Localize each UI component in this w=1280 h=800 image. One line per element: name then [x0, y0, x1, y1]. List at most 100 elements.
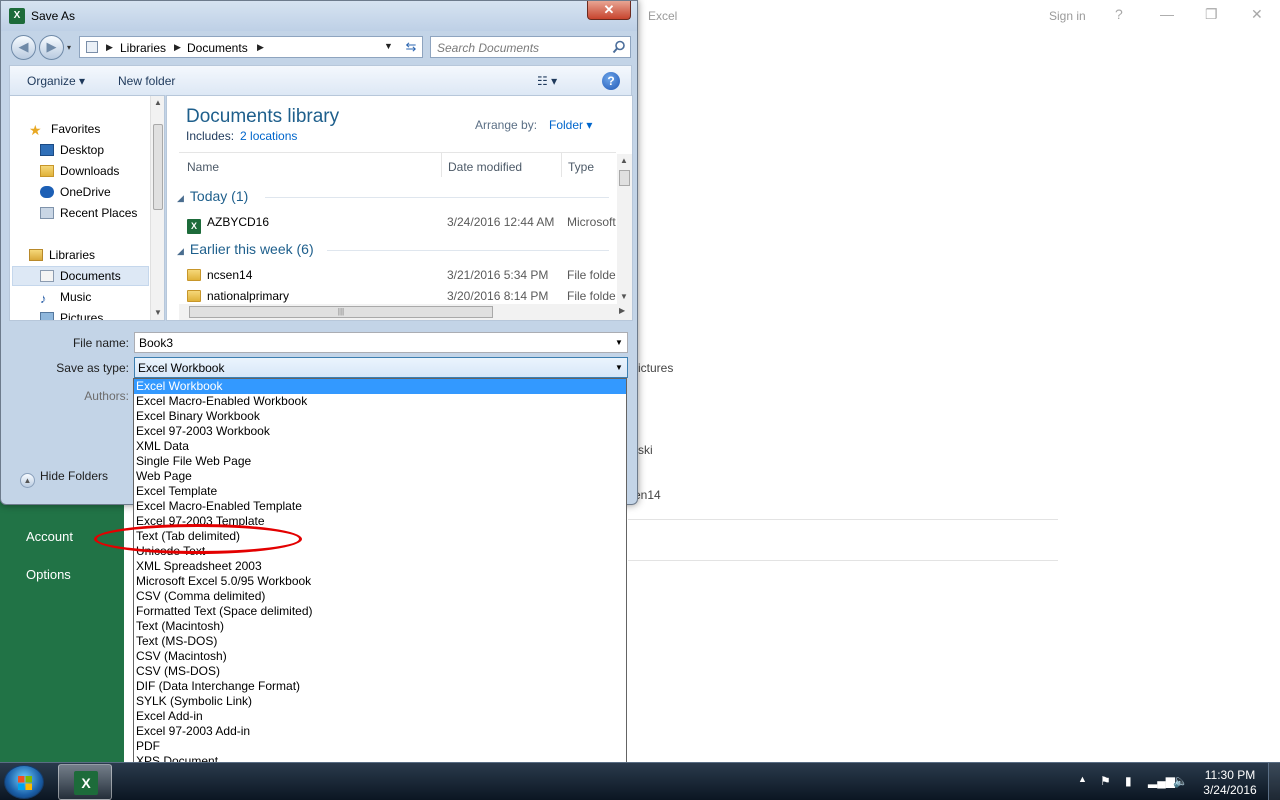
nav-recent-places[interactable]: Recent Places: [40, 206, 137, 220]
scroll-up-arrow-icon[interactable]: ▲: [620, 156, 628, 165]
chevron-right-icon[interactable]: ▶: [106, 42, 113, 53]
save-type-option[interactable]: Formatted Text (Space delimited): [134, 604, 626, 619]
file-row[interactable]: ncsen14: [187, 268, 252, 282]
hide-folders-button[interactable]: ▲ Hide Folders: [20, 469, 108, 488]
search-input[interactable]: [437, 40, 607, 55]
forward-button[interactable]: ▶: [39, 35, 64, 60]
battery-icon[interactable]: ▮: [1125, 774, 1132, 788]
save-type-option[interactable]: CSV (MS-DOS): [134, 664, 626, 679]
nav-desktop[interactable]: Desktop: [40, 143, 104, 157]
volume-icon[interactable]: 🔈: [1173, 774, 1188, 788]
breadcrumb-documents[interactable]: Documents: [187, 41, 248, 55]
minimize-icon[interactable]: —: [1160, 6, 1174, 22]
save-type-option[interactable]: Unicode Text: [134, 544, 626, 559]
save-type-option[interactable]: Excel Add-in: [134, 709, 626, 724]
nav-documents[interactable]: Documents: [40, 269, 121, 283]
group-header-earlier[interactable]: ◢ Earlier this week (6): [177, 241, 314, 257]
column-divider[interactable]: [441, 153, 442, 177]
file-row[interactable]: X AZBYCD16: [187, 215, 269, 234]
group-header-today[interactable]: ◢ Today (1): [177, 188, 248, 204]
save-type-option[interactable]: Web Page: [134, 469, 626, 484]
save-type-option[interactable]: Excel 97-2003 Add-in: [134, 724, 626, 739]
file-name-field[interactable]: ▼: [134, 332, 628, 353]
breadcrumb-libraries[interactable]: Libraries: [120, 41, 166, 55]
save-type-option[interactable]: Single File Web Page: [134, 454, 626, 469]
column-date-modified[interactable]: Date modified: [448, 160, 522, 174]
save-type-option[interactable]: Microsoft Excel 5.0/95 Workbook: [134, 574, 626, 589]
scroll-down-arrow-icon[interactable]: ▼: [154, 308, 162, 317]
search-box[interactable]: [430, 36, 631, 58]
nav-downloads[interactable]: Downloads: [40, 164, 119, 178]
column-divider[interactable]: [561, 153, 562, 177]
dialog-titlebar[interactable]: X Save As ✕: [1, 1, 637, 31]
nav-favorites[interactable]: ★ Favorites: [29, 122, 100, 138]
save-type-option[interactable]: SYLK (Symbolic Link): [134, 694, 626, 709]
save-type-option[interactable]: DIF (Data Interchange Format): [134, 679, 626, 694]
scroll-right-arrow-icon[interactable]: ▶: [619, 306, 625, 315]
chevron-down-icon[interactable]: ▼: [384, 41, 393, 51]
save-type-option[interactable]: CSV (Macintosh): [134, 649, 626, 664]
save-type-option[interactable]: Excel Macro-Enabled Workbook: [134, 394, 626, 409]
file-name-input[interactable]: [139, 335, 599, 350]
search-icon[interactable]: [612, 40, 626, 54]
save-type-option[interactable]: Excel Workbook: [134, 379, 626, 394]
address-bar[interactable]: ▶ Libraries ▶ Documents ▶ ▼ ⇆: [79, 36, 423, 58]
save-type-option[interactable]: PDF: [134, 739, 626, 754]
nav-pictures[interactable]: Pictures: [40, 311, 103, 320]
show-hidden-icons-icon[interactable]: ▲: [1078, 774, 1087, 784]
column-type[interactable]: Type: [568, 160, 594, 174]
chevron-down-icon[interactable]: ▼: [615, 338, 623, 347]
nav-onedrive[interactable]: OneDrive: [40, 185, 111, 199]
save-type-option[interactable]: Excel 97-2003 Template: [134, 514, 626, 529]
recent-locations-chevron-icon[interactable]: ▾: [67, 43, 71, 52]
file-list-vertical-scrollbar[interactable]: ▲ ▼: [617, 154, 632, 304]
sign-in-link[interactable]: Sign in: [1049, 9, 1086, 23]
collapse-triangle-icon[interactable]: ◢: [177, 246, 184, 256]
save-type-option[interactable]: Excel Template: [134, 484, 626, 499]
save-as-type-select[interactable]: Excel Workbook ▼: [134, 357, 628, 378]
new-folder-button[interactable]: New folder: [118, 74, 175, 88]
network-signal-icon[interactable]: ▂▄▆: [1148, 774, 1175, 788]
backstage-options[interactable]: Options: [26, 567, 71, 582]
arrange-by-dropdown[interactable]: Folder ▾: [549, 118, 592, 132]
nav-scrollbar[interactable]: ▲ ▼: [150, 96, 164, 320]
scrollbar-thumb[interactable]: |||: [189, 306, 493, 318]
save-type-option[interactable]: XML Spreadsheet 2003: [134, 559, 626, 574]
help-icon[interactable]: ?: [602, 72, 620, 90]
collapse-triangle-icon[interactable]: ◢: [177, 193, 184, 203]
save-type-option[interactable]: Text (Macintosh): [134, 619, 626, 634]
save-type-option[interactable]: Text (MS-DOS): [134, 634, 626, 649]
scrollbar-thumb[interactable]: [619, 170, 630, 186]
file-row[interactable]: nationalprimary: [187, 289, 289, 303]
chevron-down-icon[interactable]: ▼: [615, 363, 623, 372]
help-question-icon[interactable]: ?: [1115, 6, 1123, 22]
start-button[interactable]: [4, 765, 44, 799]
back-button[interactable]: ◀: [11, 35, 36, 60]
save-type-option[interactable]: Excel 97-2003 Workbook: [134, 424, 626, 439]
save-type-option[interactable]: Text (Tab delimited): [134, 529, 626, 544]
scroll-down-arrow-icon[interactable]: ▼: [620, 292, 628, 301]
dialog-close-button[interactable]: ✕: [587, 1, 631, 20]
chevron-right-icon[interactable]: ▶: [174, 42, 181, 53]
scrollbar-thumb[interactable]: [153, 124, 163, 210]
refresh-icon[interactable]: ⇆: [402, 39, 420, 55]
includes-locations-link[interactable]: 2 locations: [240, 129, 297, 143]
clock-time[interactable]: 11:30 PM: [1198, 768, 1262, 782]
save-type-option[interactable]: Excel Binary Workbook: [134, 409, 626, 424]
action-center-flag-icon[interactable]: ⚑: [1100, 774, 1111, 788]
taskbar-excel-button[interactable]: X: [58, 764, 112, 800]
chevron-right-icon[interactable]: ▶: [257, 42, 264, 53]
show-desktop-button[interactable]: [1268, 763, 1280, 800]
restore-icon[interactable]: ❐: [1205, 6, 1218, 23]
nav-music[interactable]: ♪ Music: [40, 290, 91, 305]
save-type-option[interactable]: CSV (Comma delimited): [134, 589, 626, 604]
save-type-option[interactable]: Excel Macro-Enabled Template: [134, 499, 626, 514]
organize-button[interactable]: Organize ▾: [27, 74, 85, 88]
scroll-up-arrow-icon[interactable]: ▲: [154, 98, 162, 107]
backstage-account[interactable]: Account: [26, 529, 73, 544]
nav-libraries[interactable]: Libraries: [29, 248, 95, 262]
save-type-option[interactable]: XML Data: [134, 439, 626, 454]
file-list-horizontal-scrollbar[interactable]: ||| ▶: [179, 304, 632, 320]
view-options-button[interactable]: ☷ ▾: [537, 74, 557, 88]
column-name[interactable]: Name: [187, 160, 219, 174]
